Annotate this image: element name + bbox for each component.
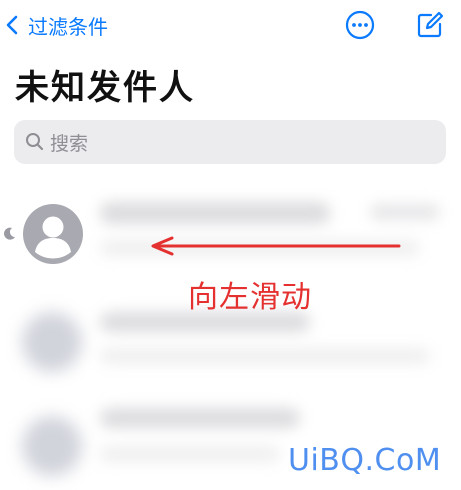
blurred-sender-placeholder — [100, 202, 330, 224]
chevron-left-icon — [6, 15, 18, 35]
sender-avatar-icon — [23, 204, 83, 264]
swipe-left-annotation: 向左滑动 — [188, 280, 312, 315]
search-field[interactable]: 搜索 — [14, 120, 446, 164]
compose-button[interactable] — [414, 9, 446, 41]
compose-icon — [417, 11, 444, 38]
back-button[interactable]: 过滤条件 — [4, 8, 108, 42]
navigation-bar: 过滤条件 — [0, 0, 461, 52]
blurred-avatar-placeholder — [22, 312, 82, 372]
blurred-avatar-placeholder — [22, 416, 82, 476]
page-title: 未知发件人 — [15, 68, 195, 108]
swipe-left-arrow-icon — [151, 236, 401, 256]
search-icon — [26, 133, 44, 151]
ellipsis-circle-icon — [345, 10, 375, 40]
blurred-sender-placeholder — [100, 408, 300, 428]
blurred-preview-placeholder — [100, 446, 280, 462]
more-options-button[interactable] — [344, 9, 376, 41]
back-button-label: 过滤条件 — [28, 14, 108, 39]
blurred-preview-placeholder — [100, 348, 430, 364]
moon-icon — [4, 227, 16, 240]
watermark: UiBQ.CoM — [288, 443, 442, 478]
search-placeholder: 搜索 — [50, 132, 89, 155]
blurred-date-placeholder — [370, 204, 440, 220]
